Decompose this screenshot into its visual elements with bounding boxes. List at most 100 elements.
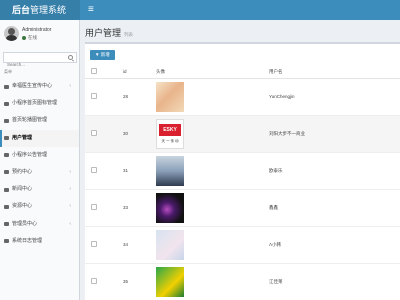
cell-username: 欧泰乐 [269,152,400,190]
brand-text: 管理系统 [30,5,67,15]
table-header-row: id 头像 用户名 [85,66,400,79]
row-checkbox[interactable] [91,241,97,247]
cell-id: 30 [123,115,156,153]
brand-logo[interactable]: 后台管理系统 [0,0,80,20]
column-header-avatar[interactable]: 头像 [156,66,269,79]
column-header-username[interactable]: 用户名 [269,66,400,79]
sidebar-search [3,52,77,69]
sidebar-item-label: 新闻中心 [12,186,33,193]
row-checkbox[interactable] [91,130,97,136]
user-status: 在线 [22,35,37,41]
cell-username: 鑫鑫 [269,189,400,227]
chevron-left-icon: ‹ [69,186,71,193]
sidebar-item-label: 资源中心 [12,203,33,210]
sidebar-item-label: 管理员中心 [12,220,38,227]
table-row[interactable]: 33 鑫鑫 [85,189,400,227]
cell-username: YunChengjin [269,78,400,116]
sidebar-item-notice-management[interactable]: 小程序公告管理 [0,147,79,164]
cell-id: 33 [123,189,156,227]
sidebar-item-system-log[interactable]: 系统日志管理 [0,233,79,250]
chevron-left-icon: ‹ [69,83,71,89]
sidebar-item-label: 幸福医生宣传中心 [12,83,53,89]
table-row[interactable]: 28 YunChengjin [85,78,400,116]
esky-logo-text: ESKY [159,123,181,136]
cartoon-green-image[interactable] [156,266,184,297]
row-checkbox[interactable] [91,204,97,210]
user-table: id 头像 用户名 28 YunChengjin 30 ESKY 天 一 传 动… [85,66,400,300]
row-select-cell [85,152,123,190]
column-header-id[interactable]: id [123,66,156,79]
sidebar-toggle-icon[interactable]: ≡ [84,0,98,20]
row-select-cell [85,226,123,264]
night-light-image[interactable] [156,192,184,223]
table-row[interactable]: 31 欧泰乐 [85,152,400,190]
sidebar-menu: 幸福医生宣传中心 ‹ 小程序首页图标管理 首页轮播图管理 用户管理 小程序公告管理… [0,78,79,250]
sidebar-item-label: 小程序首页图标管理 [12,100,58,107]
chevron-left-icon: ‹ [69,220,71,227]
admin-icon [4,222,9,226]
row-checkbox[interactable] [91,93,97,99]
sidebar-item-user-management[interactable]: 用户管理 [0,129,79,147]
calendar-icon [4,170,9,175]
avatar-cartoon-image[interactable] [156,81,184,112]
table-row[interactable]: 35 江佳莱 [85,263,400,300]
sidebar-item-icon-management[interactable]: 小程序首页图标管理 [0,95,79,112]
cell-id: 28 [123,78,156,116]
esky-logo-image[interactable]: ESKY 天 一 传 动 [156,118,184,149]
sidebar-item-label: 小程序公告管理 [12,151,48,158]
table-row[interactable]: 34 Λ小韩 [85,226,400,264]
sidebar-item-news-center[interactable]: 新闻中心 ‹ [0,181,79,198]
sidebar-item-label: 预约中心 [12,168,33,175]
main-content: 用户管理 列表 ▼ 新增 id 头像 用户名 28 YunChengjin 30… [80,20,400,300]
user-panel: Administrator 在线 [0,20,79,50]
cell-username: 刘阳大步不一商业 [269,115,400,153]
sidebar: Administrator 在线 菜单 幸福医生宣传中心 ‹ 小程序首页图标管理 … [0,20,80,300]
chevron-left-icon: ‹ [69,203,71,210]
cell-id: 34 [123,226,156,264]
news-icon [4,187,9,192]
chevron-left-icon: ‹ [69,168,71,175]
sidebar-header: 菜单 [4,69,12,74]
row-checkbox[interactable] [91,167,97,173]
top-navbar: 后台管理系统 ≡ [0,0,400,20]
sidebar-item-appointment-center[interactable]: 预约中心 ‹ [0,164,79,181]
sidebar-item-label: 首页轮播图管理 [12,117,48,124]
user-list-panel: ▼ 新增 id 头像 用户名 28 YunChengjin 30 ESKY 天 … [85,42,400,300]
couple-image[interactable] [156,229,184,260]
notice-icon [4,153,9,158]
portrait-image[interactable] [156,155,184,186]
sidebar-item-label: 系统日志管理 [12,237,43,244]
row-select-cell [85,189,123,227]
cell-avatar: ESKY 天 一 传 动 [156,115,269,153]
row-checkbox[interactable] [91,278,97,284]
cell-username: Λ小韩 [269,226,400,264]
cell-avatar [156,226,269,264]
select-all-header [85,66,123,79]
sidebar-item-admin-center[interactable]: 管理员中心 ‹ [0,216,79,233]
cell-id: 35 [123,263,156,300]
search-input[interactable] [4,60,64,69]
search-icon[interactable] [68,55,73,60]
esky-logo-subtext: 天 一 传 动 [161,138,179,143]
image-icon [4,101,9,106]
sidebar-item-carousel-management[interactable]: 首页轮播图管理 [0,112,79,129]
cell-username: 江佳莱 [269,263,400,300]
sidebar-item-resource-center[interactable]: 资源中心 ‹ [0,198,79,215]
row-select-cell [85,78,123,116]
row-select-cell [85,263,123,300]
page-title: 用户管理 列表 [85,26,133,39]
brand-bold: 后台 [12,5,31,15]
sidebar-item-promotion-center[interactable]: 幸福医生宣传中心 ‹ [0,78,79,95]
page-title-text: 用户管理 [85,28,122,38]
sidebar-item-label: 用户管理 [12,134,33,141]
slides-icon [4,118,9,123]
table-row[interactable]: 30 ESKY 天 一 传 动 刘阳大步不一商业 [85,115,400,153]
cell-avatar [156,263,269,300]
folder-icon [4,204,9,209]
row-select-cell [85,115,123,153]
add-user-button[interactable]: ▼ 新增 [90,50,115,60]
log-icon [4,239,9,244]
online-status-icon [22,35,26,40]
home-icon [4,84,9,89]
select-all-checkbox[interactable] [91,68,97,75]
